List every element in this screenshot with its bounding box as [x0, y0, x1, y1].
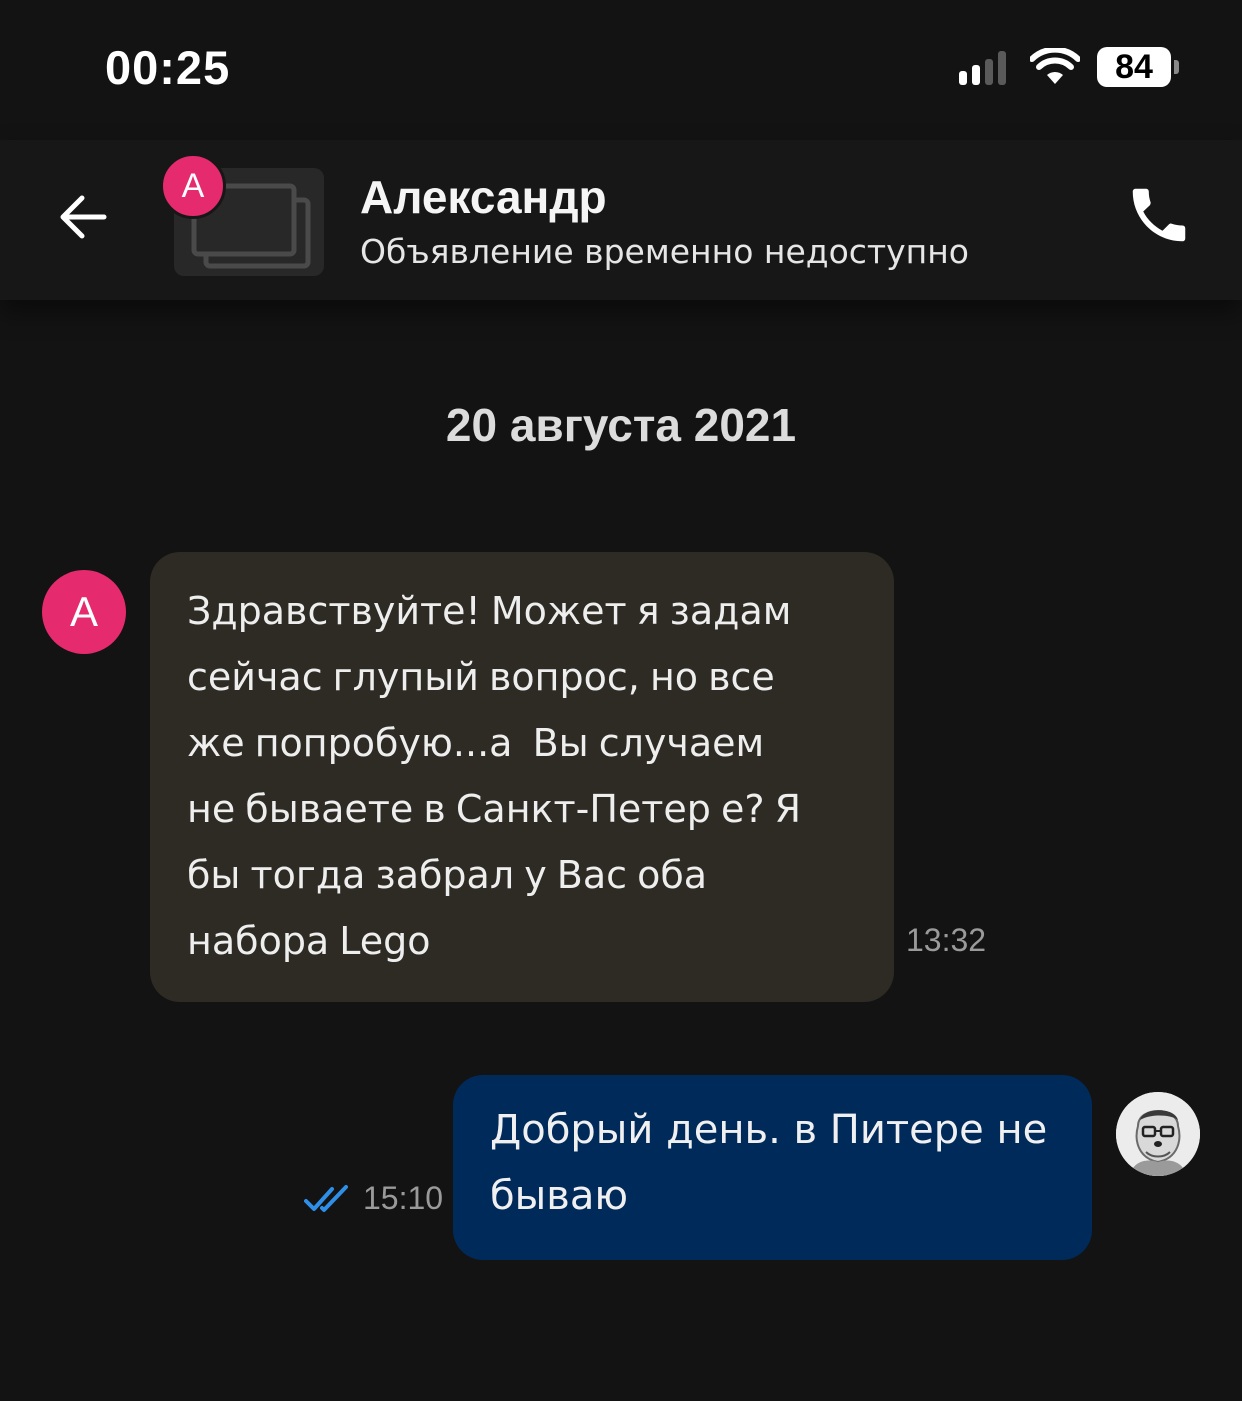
message-line: Здравствуйте! Может я задам — [187, 589, 792, 633]
message-timestamp: 15:10 — [363, 1180, 444, 1216]
status-bar: 00:25 84 — [0, 0, 1242, 140]
phone-icon[interactable] — [1124, 180, 1194, 250]
message-timestamp: 13:32 — [906, 922, 987, 958]
message-line: не бываете в Санкт-Петер е? Я — [187, 787, 802, 831]
signal-icon — [959, 51, 1006, 85]
incoming-message-bubble[interactable]: Здравствуйте! Может я задам сейчас глупы… — [150, 552, 894, 1002]
message-line: же попробую...а Вы случаем — [187, 721, 765, 765]
battery-icon: 84 — [1097, 47, 1179, 87]
contact-name[interactable]: Александр — [360, 170, 607, 224]
status-time: 00:25 — [105, 41, 231, 94]
sender-avatar[interactable]: A — [42, 570, 126, 654]
message-line: бы тогда забрал у Вас оба — [187, 853, 708, 897]
my-avatar[interactable] — [1116, 1092, 1200, 1176]
chat-header: A Александр Объявление временно недоступ… — [0, 140, 1242, 300]
contact-avatar[interactable]: A — [160, 153, 226, 219]
wifi-icon — [1030, 48, 1080, 84]
dog-with-glasses-avatar-icon — [1116, 1092, 1200, 1176]
message-line: сейчас глупый вопрос, но все — [187, 655, 775, 699]
outgoing-message-bubble[interactable]: Добрый день. в Питере не бываю — [453, 1075, 1092, 1260]
back-arrow-icon[interactable] — [52, 185, 116, 249]
message-line: набора Lego — [187, 919, 431, 963]
message-line: Добрый день. в Питере не — [490, 1107, 1048, 1153]
double-check-icon — [304, 1185, 348, 1212]
date-divider: 20 августа 2021 — [445, 399, 797, 451]
battery-level: 84 — [1115, 48, 1153, 86]
listing-status: Объявление временно недоступно — [360, 232, 970, 271]
message-line: бываю — [490, 1173, 629, 1219]
